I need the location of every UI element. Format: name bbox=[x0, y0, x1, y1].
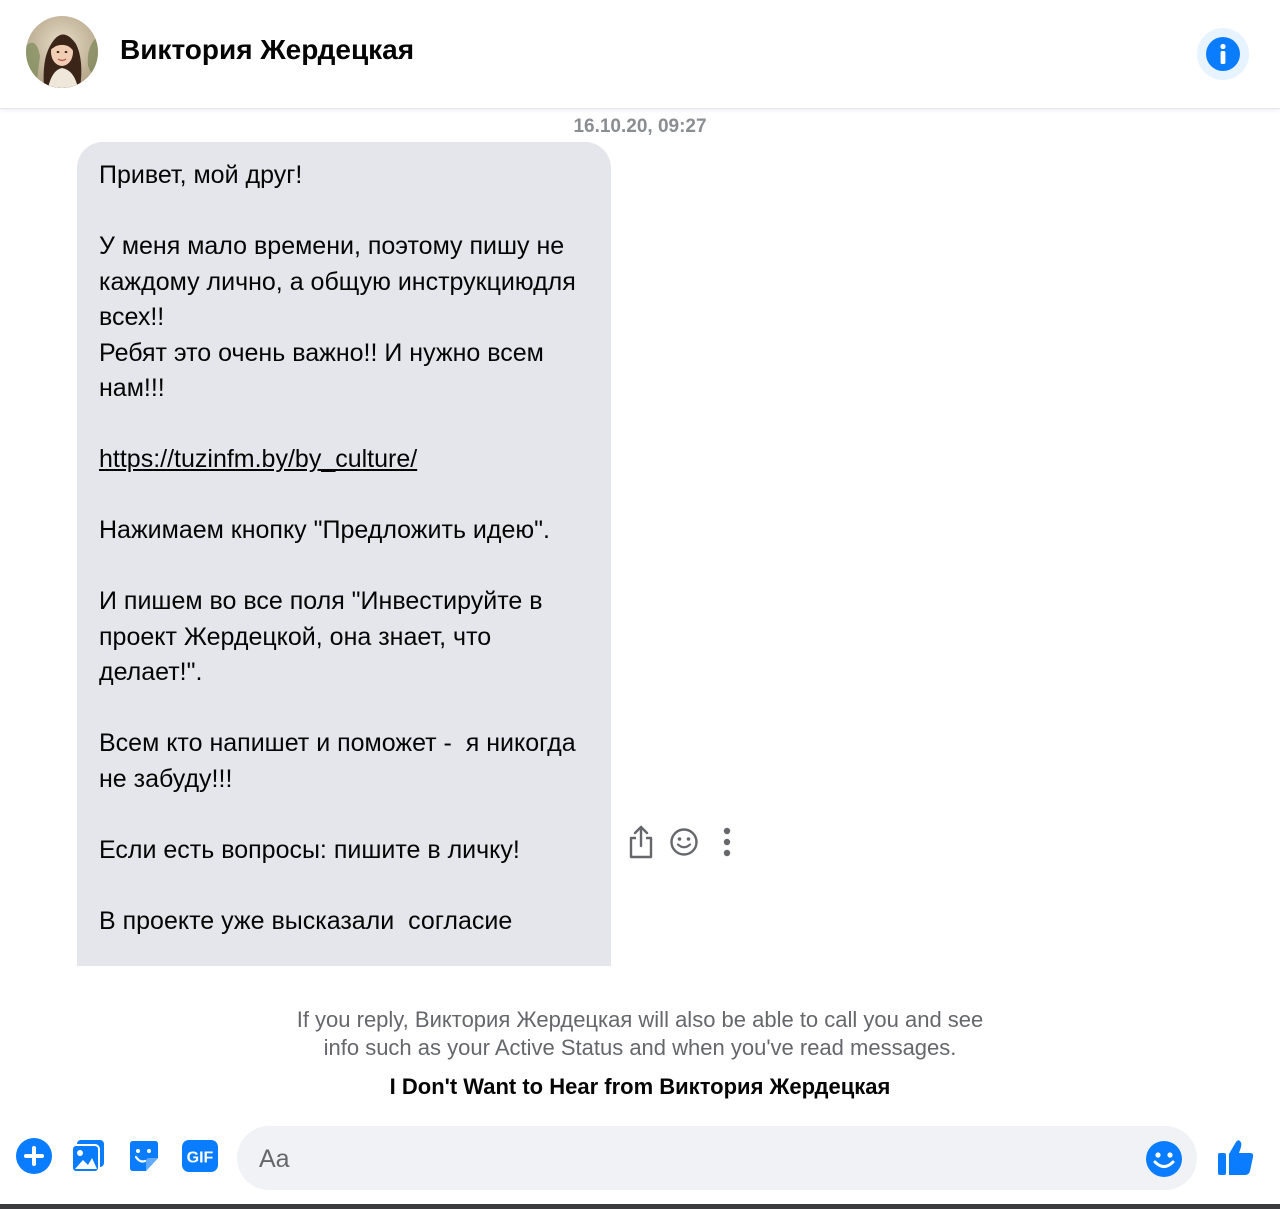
react-icon bbox=[670, 828, 698, 856]
more-icon bbox=[723, 827, 731, 857]
share-icon bbox=[629, 825, 653, 859]
notice-line: info such as your Active Status and when… bbox=[323, 1035, 957, 1060]
emoji-icon bbox=[1146, 1141, 1182, 1177]
message-paragraph: Если есть вопросы: пишите в личку! bbox=[99, 835, 520, 864]
dont-want-to-hear-link[interactable]: I Don't Want to Hear from Виктория Жерде… bbox=[0, 1072, 1280, 1102]
send-like-button[interactable] bbox=[1214, 1135, 1258, 1179]
window-bottom-edge bbox=[0, 1204, 1280, 1209]
share-button[interactable] bbox=[624, 822, 658, 862]
reply-notice: If you reply, Виктория Жердецкая will al… bbox=[0, 1006, 1280, 1062]
message-link[interactable]: https://tuzinfm.by/by_culture/ bbox=[99, 445, 417, 473]
message-paragraph: И пишем во все поля "Инвестируйте в прое… bbox=[99, 587, 550, 686]
sticker-button[interactable] bbox=[124, 1136, 164, 1176]
message-actions bbox=[624, 822, 753, 862]
emoji-button[interactable] bbox=[1144, 1139, 1184, 1179]
message-paragraph: В проекте уже высказали согласие bbox=[99, 906, 513, 935]
composer: GIF bbox=[0, 1118, 1280, 1204]
message-input[interactable] bbox=[257, 1126, 1141, 1192]
info-button[interactable] bbox=[1197, 28, 1249, 80]
messenger-window: Виктория Жердецкая 16.10.20, 09:27 Приве… bbox=[0, 0, 1280, 1209]
more-actions-button[interactable] bbox=[14, 1136, 54, 1176]
plus-icon bbox=[16, 1138, 52, 1174]
message-paragraph: Привет, мой друг! bbox=[99, 161, 303, 189]
contact-name[interactable]: Виктория Жердецкая bbox=[120, 32, 414, 68]
message-paragraph: Всем кто напишет и поможет - я никогда н… bbox=[99, 729, 583, 793]
react-button[interactable] bbox=[667, 822, 701, 862]
message-paragraph: Нажимаем кнопку "Предложить идею". bbox=[99, 516, 550, 544]
message-input-container[interactable] bbox=[237, 1126, 1197, 1192]
message-timestamp: 16.10.20, 09:27 bbox=[573, 116, 707, 137]
notice-line: If you reply, Виктория Жердецкая will al… bbox=[296, 1007, 984, 1032]
attach-photo-button[interactable] bbox=[68, 1136, 108, 1176]
conversation-header: Виктория Жердецкая bbox=[0, 0, 1280, 109]
message-bubble[interactable]: Привет, мой друг! У меня мало времени, п… bbox=[77, 142, 611, 966]
gif-label: GIF bbox=[187, 1150, 214, 1167]
gif-button[interactable]: GIF bbox=[180, 1136, 220, 1176]
info-icon bbox=[1206, 37, 1240, 71]
gif-icon: GIF bbox=[182, 1140, 218, 1172]
more-button[interactable] bbox=[710, 822, 744, 862]
photo-icon bbox=[71, 1140, 104, 1173]
thumbs-up-icon bbox=[1218, 1140, 1254, 1175]
sticker-icon bbox=[130, 1141, 158, 1171]
message-paragraph: У меня мало времени, поэтому пишу не каж… bbox=[99, 232, 576, 402]
avatar[interactable] bbox=[26, 16, 98, 88]
